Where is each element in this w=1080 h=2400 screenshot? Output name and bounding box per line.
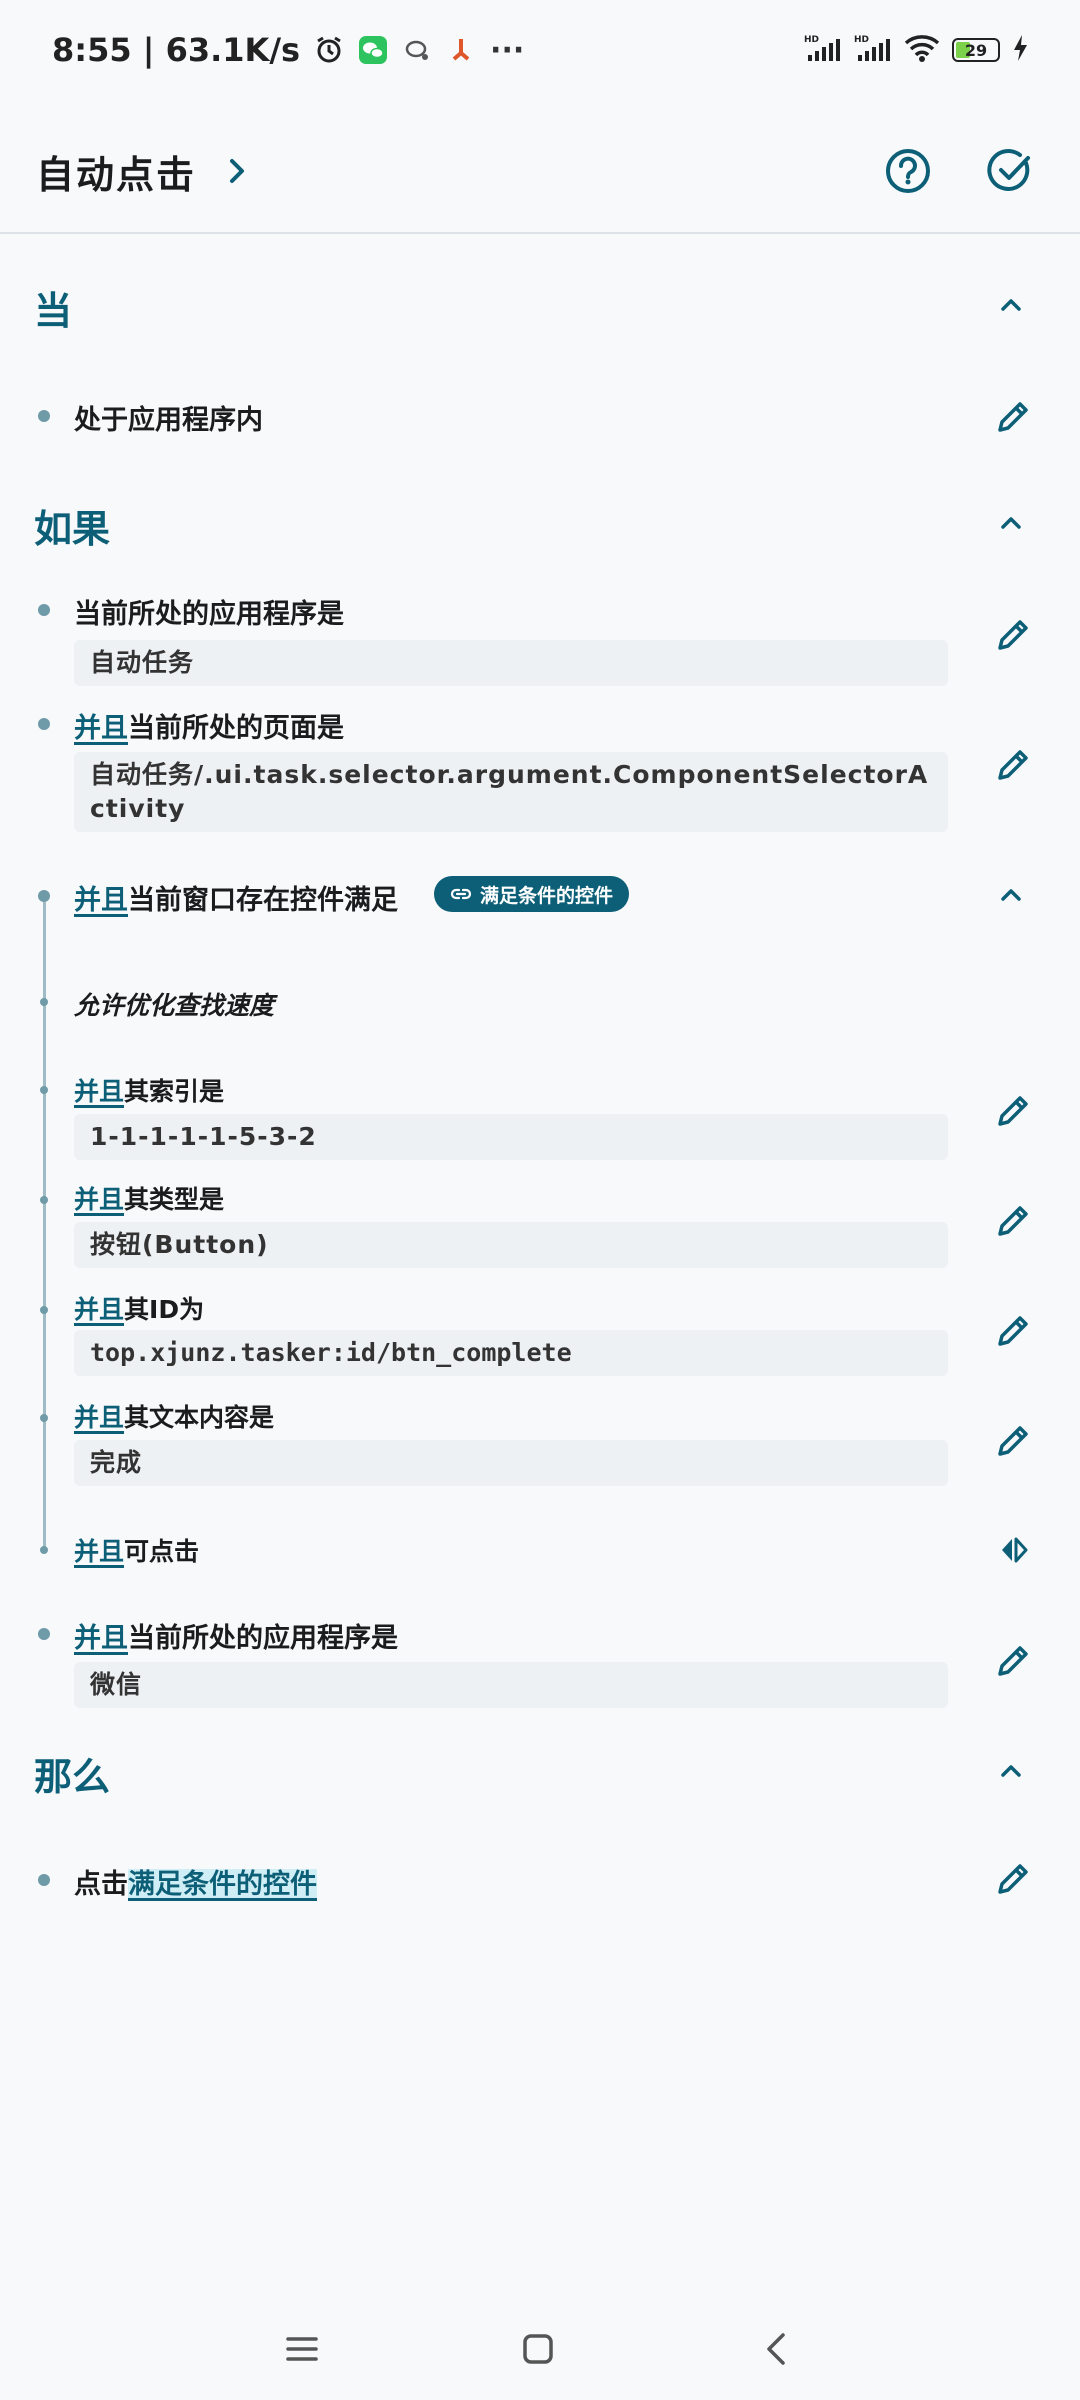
app-notification-icon — [446, 35, 476, 65]
collapse-then-icon[interactable] — [996, 1756, 1026, 1786]
bullet — [38, 890, 50, 902]
condition-index-value[interactable]: 1-1-1-1-1-5-3-2 — [74, 1114, 948, 1160]
section-then-title: 那么 — [34, 1755, 111, 1799]
and-connector[interactable]: 并且 — [74, 1403, 124, 1432]
condition-label-text: 其文本内容是 — [124, 1403, 275, 1432]
home-icon[interactable] — [513, 2324, 563, 2374]
condition-id-label: 并且其ID为 — [74, 1290, 204, 1326]
condition-type-label: 并且其类型是 — [74, 1180, 224, 1216]
bullet — [38, 1874, 50, 1886]
bullet — [38, 410, 50, 422]
edit-pencil-icon[interactable] — [994, 1090, 1034, 1130]
bullet — [40, 1086, 48, 1094]
link-icon — [450, 888, 472, 900]
back-icon[interactable] — [752, 2324, 802, 2374]
and-connector[interactable]: 并且 — [74, 713, 128, 744]
bullet — [38, 604, 50, 616]
and-connector[interactable]: 并且 — [74, 885, 128, 916]
system-nav-bar — [0, 2310, 1080, 2390]
action-click-label: 点击满足条件的控件 — [74, 1862, 317, 1901]
condition-label-text: 当前所处的应用程序是 — [128, 1623, 398, 1654]
section-if-title: 如果 — [34, 507, 111, 551]
bullet — [40, 1306, 48, 1314]
edit-pencil-icon[interactable] — [994, 1310, 1034, 1350]
bullet — [38, 1628, 50, 1640]
signal-icon-2: HD — [854, 33, 892, 67]
page-title[interactable]: 自动点击 — [36, 144, 196, 199]
condition-label-text: 当前所处的页面是 — [128, 713, 344, 744]
status-time: 8:55 | 63.1K/s — [52, 31, 301, 69]
and-connector[interactable]: 并且 — [74, 1077, 124, 1106]
and-connector[interactable]: 并且 — [74, 1537, 124, 1566]
collapse-if-icon[interactable] — [996, 508, 1026, 538]
alarm-icon — [314, 35, 344, 65]
status-bar: 8:55 | 63.1K/s ··· HD HD 29 — [0, 0, 1080, 100]
condition-label-text: 当前窗口存在控件满足 — [128, 885, 398, 916]
condition-text-label: 并且其文本内容是 — [74, 1398, 274, 1434]
svg-text:HD: HD — [804, 35, 819, 45]
condition-id-value[interactable]: top.xjunz.tasker:id/btn_complete — [74, 1330, 948, 1376]
edit-pencil-icon[interactable] — [994, 744, 1034, 784]
condition-current-app2-value[interactable]: 微信 — [74, 1662, 948, 1708]
chevron-right-icon[interactable] — [222, 156, 252, 186]
battery-level: 29 — [964, 40, 988, 60]
condition-in-app[interactable]: 处于应用程序内 — [74, 398, 263, 437]
condition-current-app2-label: 并且当前所处的应用程序是 — [74, 1616, 398, 1655]
condition-current-app-value[interactable]: 自动任务 — [74, 640, 948, 686]
condition-current-page-value[interactable]: 自动任务/.ui.task.selector.argument.Componen… — [74, 752, 948, 832]
section-when-title: 当 — [34, 289, 73, 333]
collapse-widget-group-icon[interactable] — [996, 880, 1026, 910]
svg-text:HD: HD — [854, 35, 869, 45]
app-bar: 自动点击 — [0, 110, 1080, 232]
more-notifications-icon: ··· — [490, 32, 525, 68]
and-connector[interactable]: 并且 — [74, 1295, 124, 1324]
widget-reference-chip[interactable]: 满足条件的控件 — [434, 876, 630, 912]
edit-pencil-icon[interactable] — [994, 1200, 1034, 1240]
condition-label-text: 其索引是 — [124, 1077, 225, 1106]
condition-index-label: 并且其索引是 — [74, 1072, 224, 1108]
battery-icon: 29 — [952, 38, 1000, 62]
bullet — [40, 1196, 48, 1204]
message-icon — [402, 35, 432, 65]
edit-pencil-icon[interactable] — [994, 1858, 1034, 1898]
condition-current-app-label: 当前所处的应用程序是 — [74, 599, 344, 630]
chip-label: 满足条件的控件 — [480, 884, 614, 907]
edit-pencil-icon[interactable] — [994, 396, 1034, 436]
menu-icon[interactable] — [277, 2324, 327, 2374]
invert-toggle-icon[interactable] — [994, 1530, 1034, 1570]
edit-pencil-icon[interactable] — [994, 1640, 1034, 1680]
signal-icon: HD — [804, 33, 842, 67]
bullet — [40, 998, 48, 1006]
action-label-text: 点击 — [74, 1869, 128, 1900]
widget-reference-link[interactable]: 满足条件的控件 — [128, 1869, 317, 1900]
condition-window-widget-label: 并且当前窗口存在控件满足 — [74, 878, 398, 917]
wifi-icon — [904, 33, 940, 67]
condition-current-page-label: 并且当前所处的页面是 — [74, 706, 344, 745]
edit-pencil-icon[interactable] — [994, 614, 1034, 654]
app-screen: 8:55 | 63.1K/s ··· HD HD 29 自动点击 当 处于应用程… — [0, 0, 1080, 2400]
wechat-icon — [358, 35, 388, 65]
condition-text-value[interactable]: 完成 — [74, 1440, 948, 1486]
edit-pencil-icon[interactable] — [994, 1420, 1034, 1460]
help-icon[interactable] — [884, 147, 932, 195]
bullet — [40, 1414, 48, 1422]
and-connector[interactable]: 并且 — [74, 1623, 128, 1654]
condition-label-text: 可点击 — [124, 1537, 200, 1566]
collapse-when-icon[interactable] — [996, 290, 1026, 320]
condition-label-text: 其类型是 — [124, 1185, 225, 1214]
bullet — [38, 718, 50, 730]
condition-type-value[interactable]: 按钮(Button) — [74, 1222, 948, 1268]
confirm-check-icon[interactable] — [986, 147, 1034, 195]
app-bar-divider — [0, 232, 1080, 234]
optimize-search-note[interactable]: 允许优化查找速度 — [74, 986, 274, 1022]
charging-icon — [1012, 34, 1028, 66]
condition-label-text: 其ID为 — [124, 1295, 205, 1324]
bullet — [40, 1546, 48, 1554]
and-connector[interactable]: 并且 — [74, 1185, 124, 1214]
condition-clickable-label: 并且可点击 — [74, 1532, 199, 1568]
